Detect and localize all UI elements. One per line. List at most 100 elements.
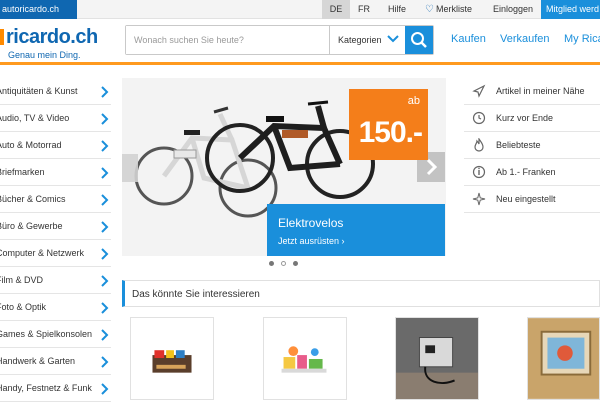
recommendations-header: Das könnte Sie interessieren	[122, 280, 600, 307]
quick-item-nearby[interactable]: Artikel in meiner Nähe	[464, 78, 600, 105]
chevron-right-icon	[101, 356, 109, 368]
product-card[interactable]	[263, 317, 347, 400]
price-prefix: ab	[407, 95, 420, 107]
quick-item-label: Beliebteste	[496, 140, 541, 150]
flame-icon	[474, 138, 484, 152]
heart-icon: ♡	[425, 4, 434, 15]
sidebar-item-photo[interactable]: Foto & Optik	[0, 294, 111, 321]
quick-item-label: Kurz vor Ende	[496, 113, 554, 123]
top-utility-bar: autoricardo.ch DE FR Hilfe ♡ Merkliste Ei…	[0, 0, 600, 19]
info-icon	[472, 165, 486, 179]
sidebar-item-label: Games & Spielkonsolen	[0, 329, 93, 339]
sidebar-item-stamps[interactable]: Briefmarken	[0, 159, 111, 186]
sidebar-item-film[interactable]: Film & DVD	[0, 267, 111, 294]
search-bar: Kategorien	[125, 25, 434, 55]
login-link[interactable]: Einloggen	[493, 0, 533, 19]
promo-title: Elektrovelos	[278, 216, 344, 230]
carousel-dot[interactable]	[281, 261, 286, 266]
sidebar-item-computer[interactable]: Computer & Netzwerk	[0, 240, 111, 267]
quick-item-from-one-franc[interactable]: Ab 1.- Franken	[464, 159, 600, 186]
main-header: ricardo.ch Genau mein Ding. Kategorien K…	[0, 19, 600, 65]
quick-item-popular[interactable]: Beliebteste	[464, 132, 600, 159]
product-image	[152, 350, 192, 373]
logo-text: ricardo.ch	[6, 26, 98, 48]
chevron-right-icon	[101, 275, 109, 287]
category-dropdown[interactable]: Kategorien	[329, 26, 406, 54]
chevron-right-icon	[101, 248, 109, 260]
sidebar-item-audio[interactable]: Audio, TV & Video	[0, 105, 111, 132]
nav-kaufen[interactable]: Kaufen	[451, 33, 486, 45]
price-badge: ab 150.-	[349, 89, 428, 160]
help-link[interactable]: Hilfe	[388, 0, 406, 19]
sidebar-item-auto[interactable]: Auto & Motorrad	[0, 132, 111, 159]
category-dropdown-label: Kategorien	[338, 35, 382, 45]
sidebar-item-label: Büro & Gewerbe	[0, 221, 63, 231]
search-button[interactable]	[405, 26, 433, 54]
carousel-dots	[122, 259, 446, 269]
sidebar-item-label: Antiquitäten & Kunst	[0, 86, 78, 96]
sidebar-item-office[interactable]: Büro & Gewerbe	[0, 213, 111, 240]
quick-filter-list: Artikel in meiner Nähe Kurz vor Ende Bel…	[464, 78, 600, 213]
category-sidebar: Antiquitäten & Kunst Audio, TV & Video A…	[0, 78, 111, 402]
price-value: 150.-	[358, 116, 423, 149]
chevron-right-icon	[101, 140, 109, 152]
sidebar-item-garden[interactable]: Handwerk & Garten	[0, 348, 111, 375]
sidebar-item-label: Handwerk & Garten	[0, 356, 76, 366]
sidebar-item-label: Film & DVD	[0, 275, 43, 285]
sidebar-item-label: Foto & Optik	[0, 302, 47, 312]
sidebar-item-label: Briefmarken	[0, 167, 45, 177]
promo-link[interactable]: Jetzt ausrüsten ›	[278, 236, 345, 246]
language-de-button[interactable]: DE	[322, 0, 350, 19]
carousel-dot[interactable]	[293, 261, 298, 266]
search-icon	[411, 32, 427, 48]
location-icon	[472, 84, 486, 98]
product-image	[281, 346, 327, 373]
quick-item-label: Neu eingestellt	[496, 194, 556, 204]
chevron-right-icon	[101, 194, 109, 206]
search-input[interactable]	[126, 26, 328, 54]
sidebar-item-antiques[interactable]: Antiquitäten & Kunst	[0, 78, 111, 105]
logo-mark	[0, 29, 4, 45]
ricardo-logo[interactable]: ricardo.ch Genau mein Ding.	[0, 26, 110, 62]
sidebar-item-games[interactable]: Games & Spielkonsolen	[0, 321, 111, 348]
product-image	[528, 318, 599, 399]
hero-banner[interactable]: ab 150.- Elektrovelos Jetzt ausrüsten ›	[122, 78, 446, 256]
quick-item-ending-soon[interactable]: Kurz vor Ende	[464, 105, 600, 132]
sidebar-item-label: Bücher & Comics	[0, 194, 66, 204]
sidebar-item-label: Handy, Festnetz & Funk	[0, 383, 92, 393]
nav-my-ricardo[interactable]: My Ricar	[564, 33, 600, 45]
become-member-button[interactable]: Mitglied werd	[541, 0, 600, 19]
timer-icon	[472, 111, 486, 125]
sidebar-item-label: Computer & Netzwerk	[0, 248, 85, 258]
sidebar-item-label: Audio, TV & Video	[0, 113, 70, 123]
watchlist-label: Merkliste	[435, 4, 472, 14]
quick-item-new[interactable]: Neu eingestellt	[464, 186, 600, 213]
section-title: Das könnte Sie interessieren	[132, 289, 260, 300]
language-fr-button[interactable]: FR	[352, 0, 376, 19]
product-card[interactable]	[130, 317, 214, 400]
logo-tagline: Genau mein Ding.	[8, 50, 81, 60]
promo-box[interactable]: Elektrovelos Jetzt ausrüsten ›	[267, 204, 445, 256]
chevron-right-icon	[101, 329, 109, 341]
chevron-right-icon	[101, 302, 109, 314]
autoricardo-tab[interactable]: autoricardo.ch	[0, 0, 77, 19]
watchlist-link[interactable]: ♡ Merkliste	[425, 0, 472, 19]
chevron-right-icon	[101, 86, 109, 98]
chevron-right-icon	[101, 113, 109, 125]
sidebar-item-phone[interactable]: Handy, Festnetz & Funk	[0, 375, 111, 402]
product-card[interactable]	[527, 317, 600, 400]
chevron-right-icon	[101, 383, 109, 395]
quick-item-label: Ab 1.- Franken	[496, 167, 556, 177]
hero-prev-button[interactable]	[122, 154, 138, 182]
quick-item-label: Artikel in meiner Nähe	[496, 86, 585, 96]
sidebar-item-label: Auto & Motorrad	[0, 140, 62, 150]
sparkle-icon	[472, 192, 486, 206]
chevron-right-icon	[101, 221, 109, 233]
sidebar-item-books[interactable]: Bücher & Comics	[0, 186, 111, 213]
chevron-right-icon	[101, 167, 109, 179]
product-card[interactable]	[395, 317, 479, 400]
chevron-down-icon	[387, 35, 399, 43]
carousel-dot[interactable]	[269, 261, 274, 266]
nav-verkaufen[interactable]: Verkaufen	[500, 33, 550, 45]
product-image	[396, 318, 478, 399]
